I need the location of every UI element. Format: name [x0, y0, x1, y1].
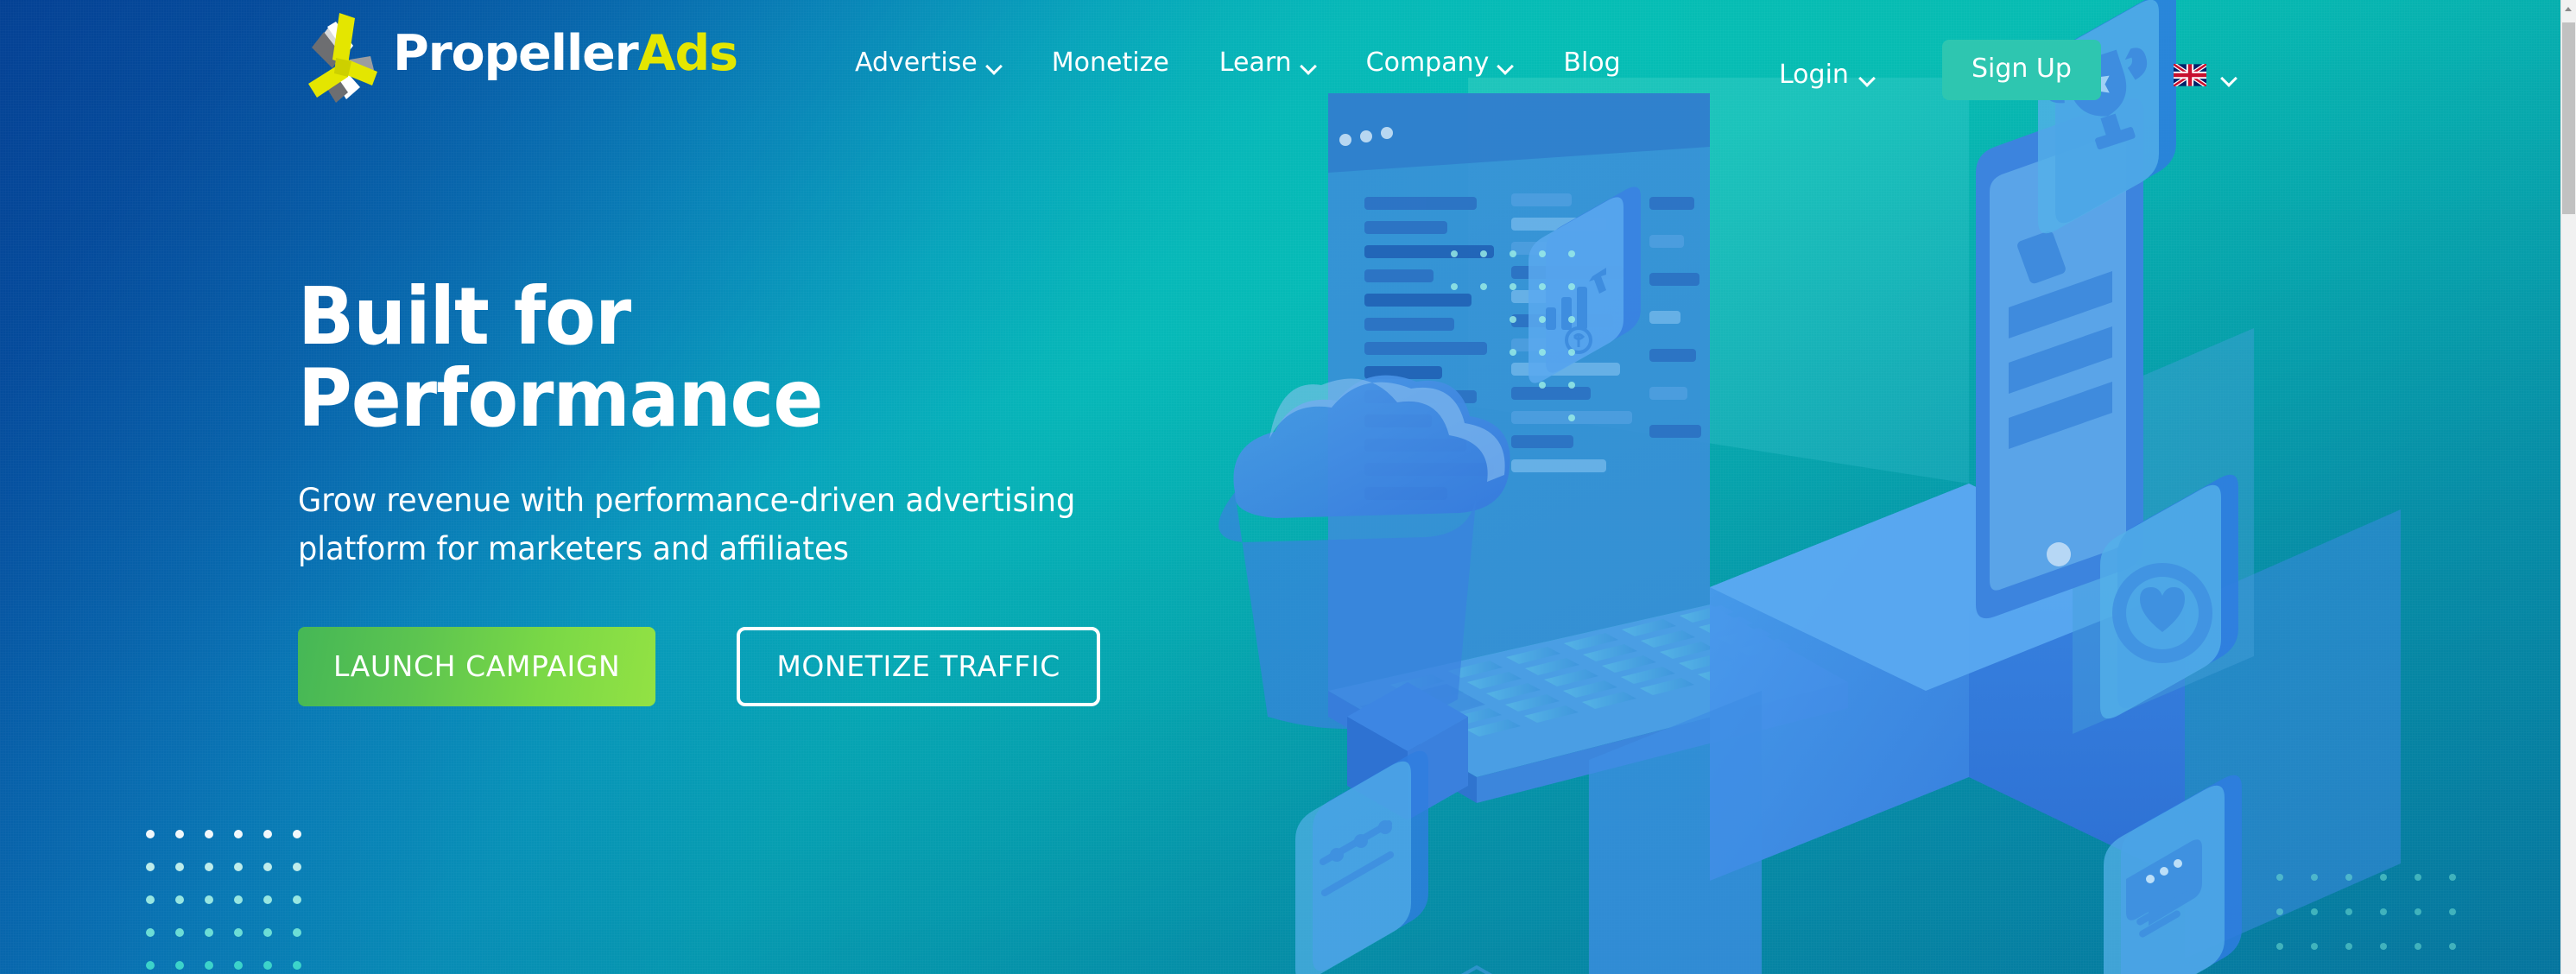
login-menu[interactable]: Login [1779, 62, 1875, 88]
nav-item-label: Learn [1218, 47, 1292, 78]
hero-headline: Built for Performance [298, 270, 823, 445]
chevron-down-icon [1301, 60, 1316, 69]
logo-text: PropellerAds [393, 28, 738, 79]
site-header: PropellerAds Advertise Monetize Learn Co… [0, 0, 2560, 103]
nav-item-company[interactable]: Company [1366, 50, 1514, 76]
chevron-down-icon [1498, 60, 1513, 69]
logo-text-primary: Propeller [393, 24, 639, 82]
united-kingdom-flag-icon [2173, 64, 2206, 86]
hero-cta-group: LAUNCH CAMPAIGN MONETIZE TRAFFIC [298, 626, 1213, 706]
sign-up-button[interactable]: Sign Up [1941, 40, 2101, 100]
main-navigation: Advertise Monetize Learn Company Blog [855, 50, 1621, 76]
nav-item-advertise[interactable]: Advertise [855, 50, 1002, 76]
vertical-scrollbar[interactable] [2560, 0, 2576, 974]
dot-grid-illustration [1451, 250, 1575, 421]
browser-viewport: PropellerAds Advertise Monetize Learn Co… [0, 0, 2576, 974]
nav-item-label: Blog [1563, 47, 1621, 78]
dot-grid-decoration [146, 830, 301, 970]
nav-item-label: Advertise [855, 47, 978, 78]
scrollbar-thumb[interactable] [2562, 22, 2575, 214]
scroll-up-arrow-icon[interactable] [2561, 0, 2576, 17]
logo-text-accent: Ads [637, 24, 738, 82]
language-selector[interactable] [2173, 64, 2237, 86]
nav-item-label: Monetize [1051, 47, 1169, 78]
hero-content: Built for Performance Grow revenue with … [298, 270, 1213, 706]
launch-campaign-button[interactable]: LAUNCH CAMPAIGN [298, 626, 656, 706]
logo-link[interactable]: PropellerAds [298, 13, 738, 103]
nav-item-blog[interactable]: Blog [1563, 50, 1620, 76]
header-actions: Login Sign Up [1779, 40, 2237, 100]
hero-subheadline: Grow revenue with performance-driven adv… [298, 481, 1076, 567]
hero-section: PropellerAds Advertise Monetize Learn Co… [0, 0, 2560, 974]
nav-item-label: Company [1365, 47, 1490, 78]
login-label: Login [1779, 60, 1849, 90]
chevron-down-icon [2222, 73, 2237, 81]
propeller-logo-icon [308, 13, 377, 103]
chevron-down-icon [1860, 73, 1875, 81]
nav-item-monetize[interactable]: Monetize [1052, 50, 1169, 76]
monetize-traffic-button[interactable]: MONETIZE TRAFFIC [737, 626, 1100, 706]
nav-item-learn[interactable]: Learn [1219, 50, 1316, 76]
chevron-down-icon [987, 60, 1002, 69]
